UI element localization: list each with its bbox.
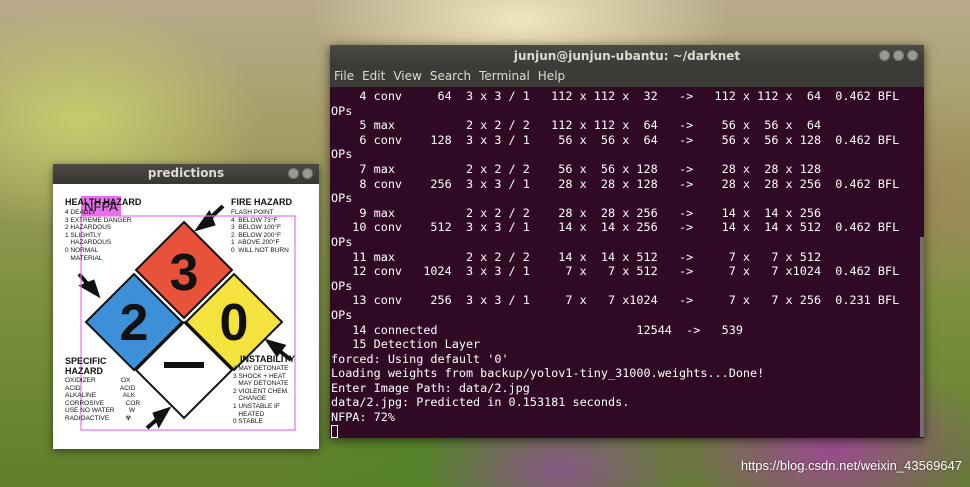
terminal-line: 9 max 2 x 2 / 2 28 x 28 x 256 -> 14 x 14…: [331, 205, 822, 220]
terminal-scrollbar[interactable]: [920, 87, 924, 438]
menu-terminal[interactable]: Terminal: [475, 67, 534, 87]
maximize-icon[interactable]: [893, 50, 904, 61]
terminal-line: OPs: [331, 307, 353, 322]
watermark: https://blog.csdn.net/weixin_43569647: [740, 458, 962, 473]
close-icon[interactable]: [907, 50, 918, 61]
terminal-line: OPs: [331, 147, 353, 162]
scrollbar-thumb[interactable]: [920, 237, 924, 437]
terminal-text: 4 conv 64 3 x 3 / 1 112 x 112 x 32 -> 11…: [330, 87, 924, 438]
instability-title: INSTABILITY: [240, 354, 295, 364]
menu-file[interactable]: File: [330, 67, 358, 87]
terminal-line: data/2.jpg: Predicted in 0.153181 second…: [331, 395, 630, 410]
terminal-titlebar[interactable]: junjun@junjun-ubantu: ~/darknet: [330, 45, 924, 67]
prediction-image: 3 2 0 NFPA HEALTH HAZARD 4 DEADLY 3 EXTR…: [53, 184, 319, 449]
terminal-line: 7 max 2 x 2 / 2 56 x 56 x 128 -> 28 x 28…: [331, 161, 822, 176]
terminal-line: 13 conv 256 3 x 3 / 1 7 x 7 x1024 -> 7 x…: [331, 293, 900, 308]
specific-hazard-title: SPECIFIC HAZARD: [65, 356, 107, 376]
terminal-line: 8 conv 256 3 x 3 / 1 28 x 28 x 128 -> 28…: [331, 176, 900, 191]
terminal-line: NFPA: 72%: [331, 410, 395, 425]
health-hazard-list: 4 DEADLY 3 EXTREME DANGER 2 HAZARDOUS 1 …: [65, 209, 132, 262]
instability-rating: 0: [220, 294, 249, 352]
menu-search[interactable]: Search: [426, 67, 475, 87]
terminal-line: OPs: [331, 278, 353, 293]
instability-list: 4 MAY DETONATE 3 SHOCK + HEAT MAY DETONA…: [233, 365, 289, 426]
terminal-line: OPs: [331, 191, 353, 206]
terminal-line: 14 connected 12544 -> 539: [331, 322, 743, 337]
predictions-title: predictions: [147, 166, 225, 180]
specific-hazard-list: OXIDIZER OX ACID ACID ALKALINE ALK CORRO…: [65, 377, 141, 422]
minimize-icon[interactable]: [879, 50, 890, 61]
health-rating: 2: [120, 294, 149, 352]
minimize-icon[interactable]: [288, 168, 299, 179]
predictions-window[interactable]: predictions 3 2 0 NFPA HEALTH HAZARD 4 D…: [53, 164, 319, 449]
terminal-line: 6 conv 128 3 x 3 / 1 56 x 56 x 64 -> 56 …: [331, 132, 900, 147]
terminal-line: 4 conv 64 3 x 3 / 1 112 x 112 x 32 -> 11…: [331, 89, 900, 103]
terminal-line: 12 conv 1024 3 x 3 / 1 7 x 7 x 512 -> 7 …: [331, 264, 900, 279]
fire-hazard-title: FIRE HAZARD: [231, 197, 292, 207]
terminal-line: 15 Detection Layer: [331, 337, 481, 352]
terminal-line: OPs: [331, 103, 353, 118]
terminal-window[interactable]: junjun@junjun-ubantu: ~/darknet File Edi…: [330, 45, 924, 438]
terminal-menubar: File Edit View Search Terminal Help: [330, 67, 924, 87]
window-controls: [288, 168, 313, 179]
predictions-titlebar[interactable]: predictions: [53, 164, 319, 184]
terminal-line: 10 conv 512 3 x 3 / 1 14 x 14 x 256 -> 1…: [331, 220, 900, 235]
terminal-cursor: [331, 424, 338, 438]
fire-rating: 3: [170, 244, 199, 302]
terminal-line: forced: Using default '0': [331, 351, 509, 366]
menu-help[interactable]: Help: [534, 67, 569, 87]
terminal-title: junjun@junjun-ubantu: ~/darknet: [513, 49, 741, 63]
window-controls: [879, 50, 918, 61]
terminal-line: 11 max 2 x 2 / 2 14 x 14 x 512 -> 7 x 7 …: [331, 249, 822, 264]
fire-hazard-list: FLASH POINT 4 BELOW 73°F 3 BELOW 100°F 2…: [231, 209, 289, 254]
terminal-line: Loading weights from backup/yolov1-tiny_…: [331, 366, 765, 381]
terminal-line: Enter Image Path: data/2.jpg: [331, 380, 530, 395]
special-bar: [164, 362, 204, 368]
health-hazard-title: HEALTH HAZARD: [65, 197, 142, 207]
menu-view[interactable]: View: [389, 67, 425, 87]
close-icon[interactable]: [302, 168, 313, 179]
terminal-output[interactable]: 4 conv 64 3 x 3 / 1 112 x 112 x 32 -> 11…: [330, 87, 924, 438]
terminal-line: 5 max 2 x 2 / 2 112 x 112 x 64 -> 56 x 5…: [331, 118, 822, 133]
terminal-line: OPs: [331, 234, 353, 249]
menu-edit[interactable]: Edit: [358, 67, 389, 87]
